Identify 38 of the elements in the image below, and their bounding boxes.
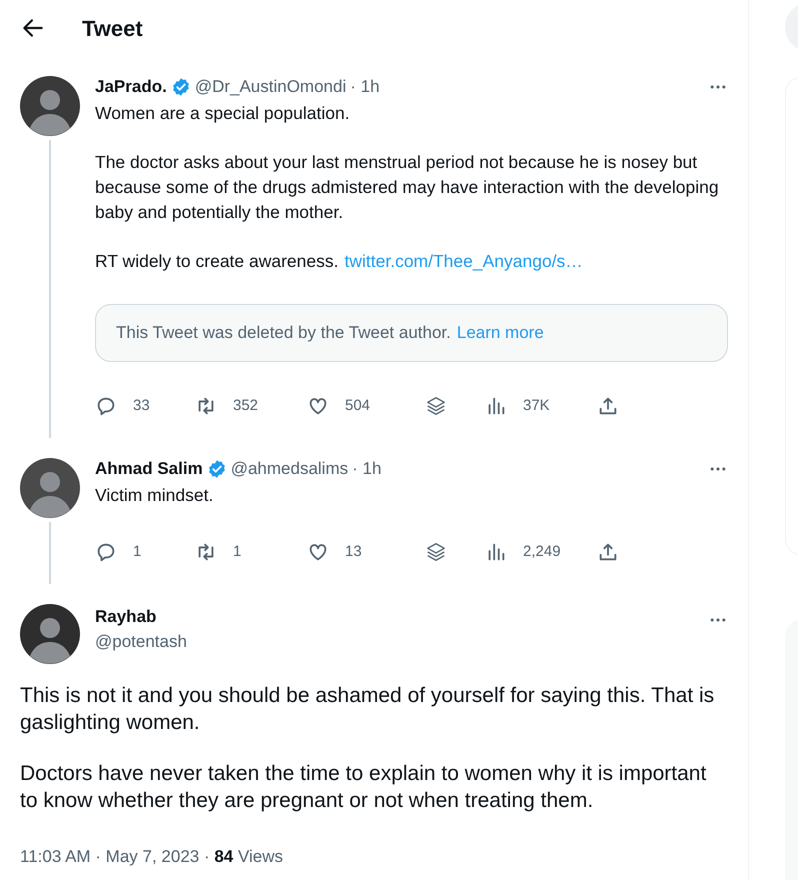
tweet-text: Women are a special population. xyxy=(95,102,351,125)
tweet-metadata: 11:03 AM · May 7, 2023 · 84 Views xyxy=(20,846,284,868)
author-name: Rayhab xyxy=(95,606,158,628)
views-count: 2,249 xyxy=(523,542,561,562)
tweet-time: · 1h xyxy=(350,76,380,98)
layers-icon[interactable] xyxy=(425,541,447,563)
tweet-text: RT widely to create awareness. xyxy=(95,250,338,273)
tweet-link[interactable]: twitter.com/Thee_Anyango/s… xyxy=(344,249,583,274)
views-count: 37K xyxy=(523,396,550,416)
tweet-text: Doctors have never taken the time to explain to women why it is important to know whether they are pregnant or not when treating them. xyxy=(20,761,708,814)
reply-icon[interactable] xyxy=(95,395,117,417)
heart-icon[interactable] xyxy=(307,395,329,417)
like-count: 504 xyxy=(345,396,370,416)
reply-count: 1 xyxy=(133,542,142,562)
avatar[interactable] xyxy=(20,458,80,518)
author-handle: @ahmedsalims xyxy=(230,458,348,480)
share-icon[interactable] xyxy=(597,395,619,417)
learn-more-link[interactable]: Learn more xyxy=(456,320,544,346)
author-handle: @Dr_AustinOmondi xyxy=(194,76,346,98)
author-name: JaPrado. xyxy=(95,76,167,98)
heart-icon[interactable] xyxy=(307,541,329,563)
share-icon[interactable] xyxy=(597,541,619,563)
like-count: 13 xyxy=(345,542,362,562)
avatar[interactable] xyxy=(20,76,80,136)
reply-count: 33 xyxy=(133,396,150,416)
page-title: Tweet xyxy=(82,14,143,42)
reply-icon[interactable] xyxy=(95,541,117,563)
notice-text: This Tweet was deleted by the Tweet author. xyxy=(116,322,451,344)
tweet-text: This is not it and you should be ashamed of yourself for saying this. That is gaslighting women. xyxy=(20,683,716,736)
layers-icon[interactable] xyxy=(425,395,447,417)
tweet-time: · 1h xyxy=(352,458,382,480)
avatar[interactable] xyxy=(20,604,80,664)
retweet-count: 1 xyxy=(233,542,242,562)
tweet-text: The doctor asks about your last menstrual period not because he is nosey but because some of the drugs admistered may have interaction with the developing baby and potentially the mother. xyxy=(95,151,720,224)
author-name: Ahmad Salim xyxy=(95,458,203,480)
tweet-text: Victim mindset. xyxy=(95,484,214,507)
author-handle: @potentash xyxy=(95,631,187,653)
retweet-count: 352 xyxy=(233,396,258,416)
